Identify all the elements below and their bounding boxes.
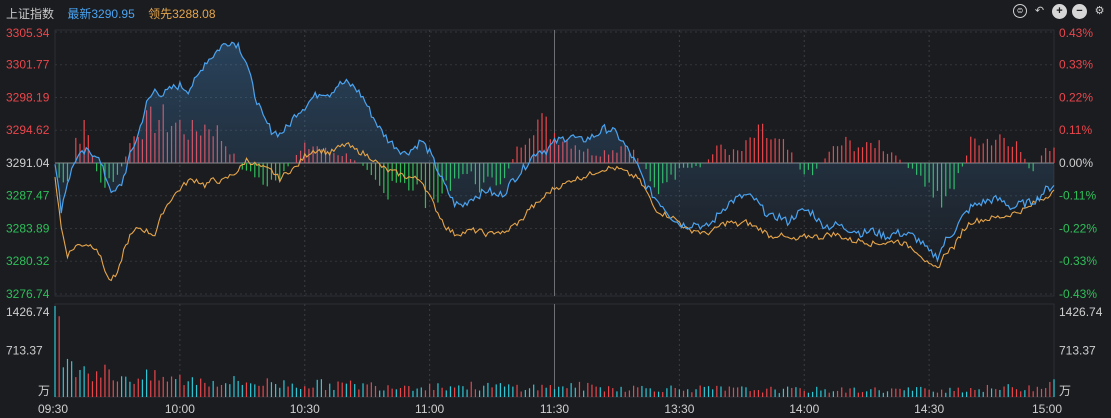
percent-tick-label: 0.43%	[1059, 26, 1093, 40]
volume-tick-label-right: 1426.74	[1059, 305, 1103, 319]
volume-tick-label-right: 713.37	[1059, 344, 1096, 358]
percent-tick-label: -0.43%	[1059, 287, 1097, 301]
intraday-chart-window: 上证指数 最新3290.95 领先3288.08 ⊜ ↶ + − ⚙ 3305.…	[0, 0, 1111, 418]
price-tick-label: 3298.19	[6, 91, 50, 105]
percent-tick-label: 0.00%	[1059, 156, 1093, 170]
time-tick-label: 15:00	[1032, 402, 1062, 416]
time-tick-label: 10:00	[165, 402, 195, 416]
price-tick-label: 3276.74	[6, 287, 50, 301]
price-tick-label: 3305.34	[6, 26, 50, 40]
time-tick-label: 14:30	[914, 402, 944, 416]
price-tick-label: 3280.32	[6, 254, 50, 268]
time-tick-label: 09:30	[38, 402, 68, 416]
time-tick-label: 10:30	[290, 402, 320, 416]
price-tick-label: 3287.47	[6, 189, 50, 203]
price-tick-label: 3294.62	[6, 123, 50, 137]
percent-tick-label: -0.11%	[1059, 189, 1096, 203]
price-tick-label: 3283.89	[6, 222, 50, 236]
percent-tick-label: -0.33%	[1059, 254, 1097, 268]
volume-tick-label: 万	[38, 384, 50, 398]
time-tick-label: 13:30	[664, 402, 694, 416]
percent-tick-label: -0.22%	[1059, 222, 1097, 236]
chart-canvas: 3305.34 0.43% 3301.77 0.33% 3298.19 0.22% 3294…	[6, 26, 1103, 416]
time-tick-label: 11:30	[540, 402, 569, 416]
volume-tick-label: 1426.74	[6, 305, 50, 319]
volume-tick-label: 713.37	[6, 344, 43, 358]
time-tick-label: 14:00	[789, 402, 819, 416]
volume-tick-label-right: 万	[1059, 384, 1071, 398]
percent-tick-label: 0.11%	[1059, 123, 1092, 137]
price-tick-label: 3291.04	[6, 156, 50, 170]
percent-tick-label: 0.22%	[1059, 91, 1093, 105]
time-tick-label: 11:00	[415, 402, 444, 416]
price-tick-label: 3301.77	[6, 58, 50, 72]
percent-tick-label: 0.33%	[1059, 58, 1093, 72]
